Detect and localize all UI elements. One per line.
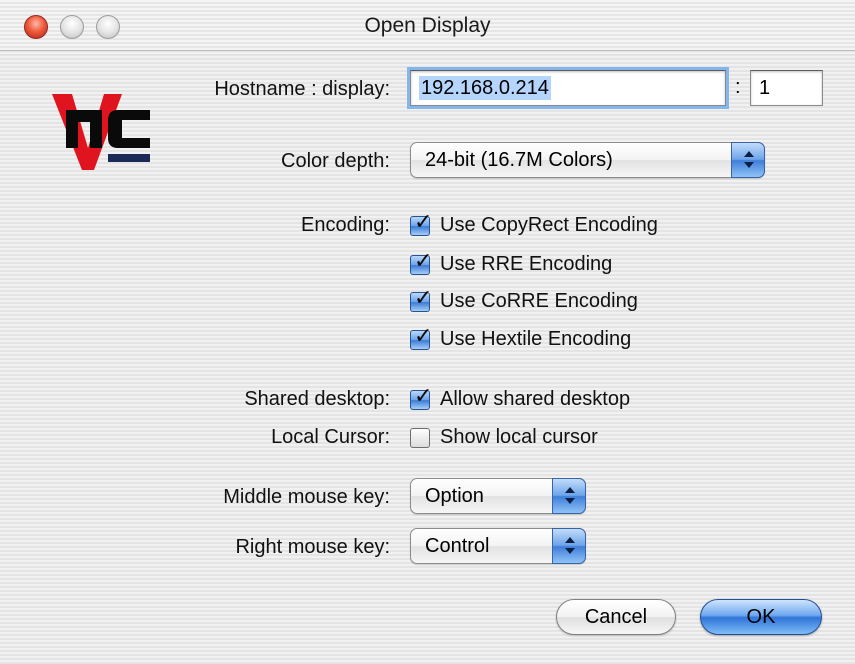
cancel-button[interactable]: Cancel [556, 599, 676, 635]
rre-label: Use RRE Encoding [440, 253, 613, 275]
shared-desktop-label: Shared desktop: [244, 388, 390, 410]
encoding-label: Encoding: [301, 214, 390, 236]
checkbox-unchecked-icon [410, 428, 430, 448]
allow-shared-desktop-checkbox[interactable]: ✓ Allow shared desktop [410, 384, 710, 416]
corre-checkbox[interactable]: ✓ Use CoRRE Encoding [410, 286, 710, 318]
allow-shared-desktop-label: Allow shared desktop [440, 388, 631, 410]
rre-checkbox[interactable]: ✓ Use RRE Encoding [410, 249, 710, 281]
open-display-window: Open Display Hostname : display: 192.168… [0, 0, 855, 664]
right-mouse-value: Control [425, 535, 490, 557]
popup-arrows-icon [552, 528, 586, 564]
local-cursor-label: Local Cursor: [271, 426, 390, 448]
copyrect-label: Use CopyRect Encoding [440, 214, 658, 236]
checkbox-checked-icon: ✓ [410, 324, 432, 350]
hextile-checkbox[interactable]: ✓ Use Hextile Encoding [410, 324, 710, 356]
display-number-input[interactable]: 1 [750, 70, 823, 106]
hostname-input[interactable]: 192.168.0.214 [410, 70, 726, 106]
hostname-value: 192.168.0.214 [419, 76, 551, 100]
show-local-cursor-checkbox[interactable]: Show local cursor [410, 426, 710, 454]
hostname-label: Hostname : display: [214, 78, 390, 100]
show-local-cursor-label: Show local cursor [440, 426, 598, 448]
vnc-logo [52, 94, 150, 170]
right-mouse-label: Right mouse key: [235, 536, 390, 558]
copyrect-checkbox[interactable]: ✓ Use CopyRect Encoding [410, 210, 710, 242]
checkbox-checked-icon: ✓ [410, 286, 432, 312]
color-depth-value: 24-bit (16.7M Colors) [425, 149, 613, 171]
ok-button[interactable]: OK [700, 599, 822, 635]
checkbox-checked-icon: ✓ [410, 384, 432, 410]
right-mouse-popup[interactable]: Control [410, 528, 586, 564]
middle-mouse-label: Middle mouse key: [223, 486, 390, 508]
popup-arrows-icon [731, 142, 765, 178]
window-title: Open Display [364, 14, 491, 37]
display-separator: : [735, 76, 741, 98]
display-number-value: 1 [759, 77, 771, 99]
title-bar: Open Display [0, 0, 855, 51]
hextile-label: Use Hextile Encoding [440, 328, 632, 350]
corre-label: Use CoRRE Encoding [440, 290, 638, 312]
checkbox-checked-icon: ✓ [410, 249, 432, 275]
middle-mouse-popup[interactable]: Option [410, 478, 586, 514]
popup-arrows-icon [552, 478, 586, 514]
color-depth-popup[interactable]: 24-bit (16.7M Colors) [410, 142, 765, 178]
middle-mouse-value: Option [425, 485, 484, 507]
checkbox-checked-icon: ✓ [410, 210, 432, 236]
color-depth-label: Color depth: [281, 150, 390, 172]
